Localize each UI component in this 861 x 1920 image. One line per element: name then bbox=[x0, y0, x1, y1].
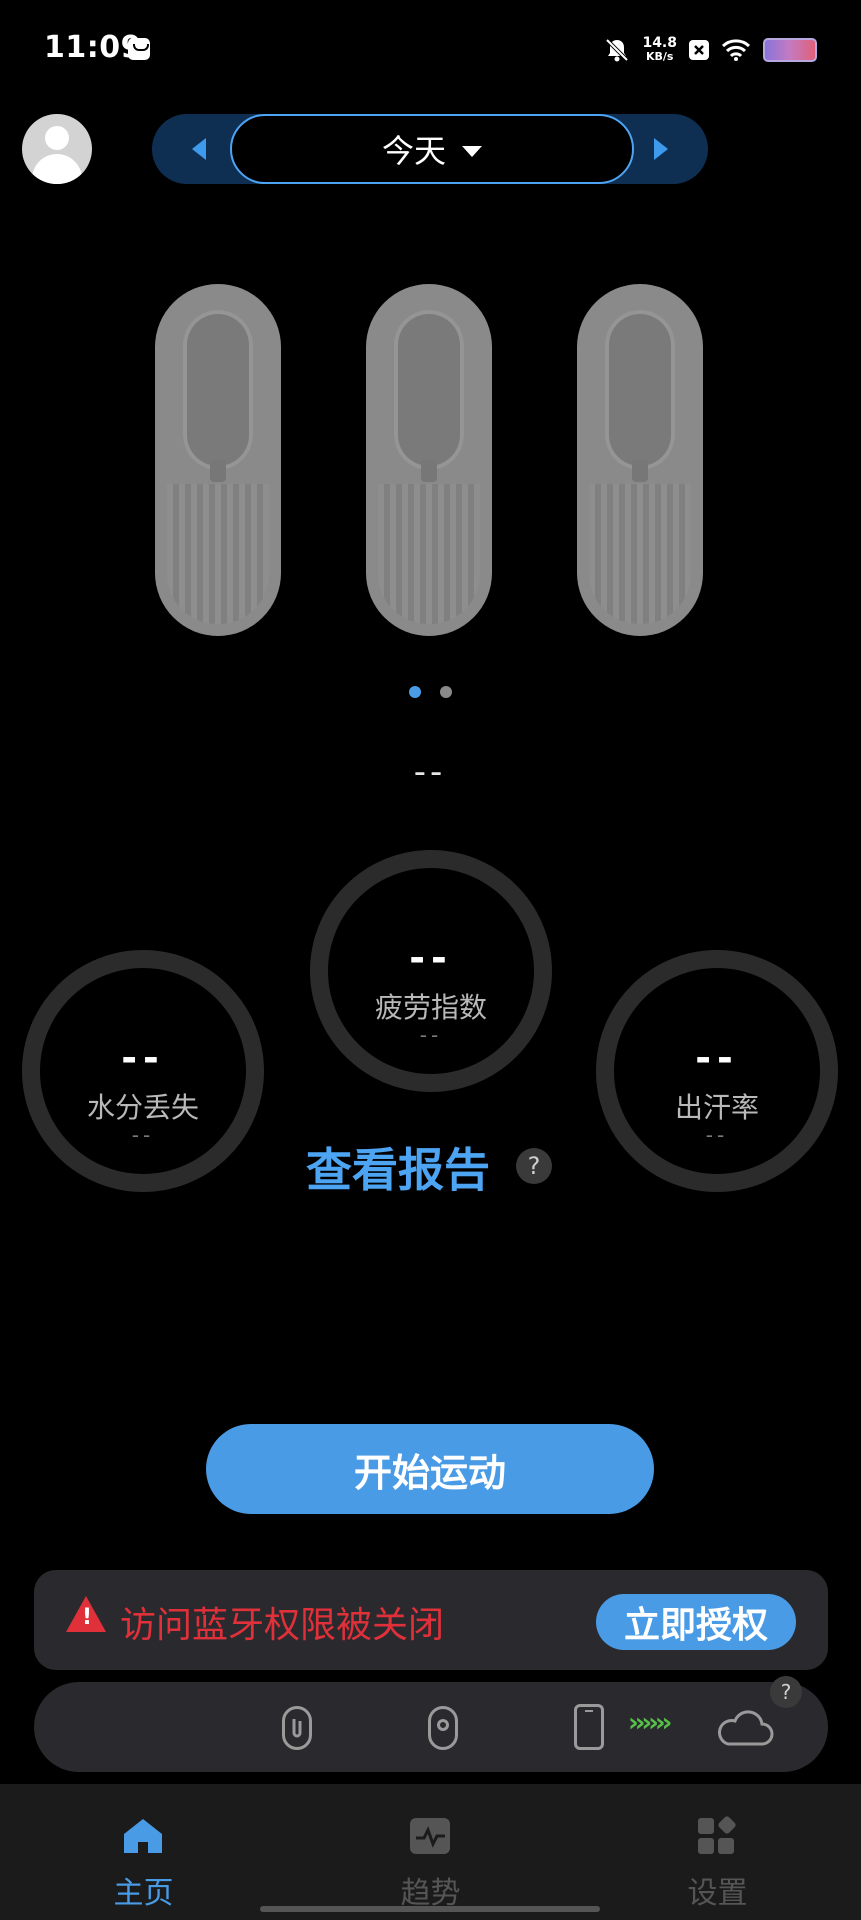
warning-icon: ! bbox=[66, 1596, 106, 1632]
next-day-arrow-icon[interactable] bbox=[654, 138, 668, 160]
nav-settings-label: 设置 bbox=[687, 1876, 748, 1911]
carousel-dot[interactable] bbox=[440, 686, 452, 698]
water-loss-value: -- bbox=[121, 1036, 165, 1080]
sweat-rate-label: 出汗率 bbox=[674, 1091, 759, 1124]
cloud-icon[interactable] bbox=[714, 1706, 774, 1750]
sweat-rate-value: -- bbox=[695, 1036, 739, 1080]
bottom-navigation: 主页 趋势 设置 bbox=[0, 1784, 861, 1920]
water-loss-label: 水分丢失 bbox=[86, 1091, 199, 1124]
connection-help-icon[interactable]: ? bbox=[770, 1676, 802, 1708]
battery-icon bbox=[763, 38, 817, 62]
trend-chart-icon bbox=[410, 1818, 450, 1854]
network-speed: 14.8 KB/s bbox=[642, 35, 677, 63]
view-report-link[interactable]: 查看报告 bbox=[306, 1134, 490, 1200]
sensor-device-icon[interactable] bbox=[428, 1706, 458, 1750]
previous-day-arrow-icon[interactable] bbox=[192, 138, 206, 160]
date-navigator: 今天 bbox=[152, 114, 708, 184]
device-image-1 bbox=[155, 284, 281, 636]
summary-value: -- bbox=[413, 752, 447, 792]
nav-home-label: 主页 bbox=[113, 1876, 174, 1911]
carousel-dot-active[interactable] bbox=[409, 686, 421, 698]
close-box-icon bbox=[689, 40, 709, 60]
sweat-rate-metric: -- 出汗率 -- bbox=[596, 950, 838, 1192]
sweat-rate-sub: -- bbox=[705, 1123, 729, 1147]
clip-device-icon[interactable] bbox=[282, 1706, 312, 1750]
status-icons: 14.8 KB/s bbox=[604, 28, 817, 72]
system-home-indicator[interactable] bbox=[260, 1906, 600, 1912]
fatigue-metric: -- 疲劳指数 -- bbox=[310, 850, 552, 1092]
date-selector[interactable]: 今天 bbox=[230, 114, 634, 184]
device-image-2 bbox=[366, 284, 492, 636]
avatar[interactable] bbox=[22, 114, 92, 184]
report-help-icon[interactable]: ? bbox=[516, 1148, 552, 1184]
water-loss-sub: -- bbox=[131, 1123, 155, 1147]
nav-settings[interactable]: 设置 bbox=[574, 1784, 861, 1920]
water-loss-metric: -- 水分丢失 -- bbox=[22, 950, 264, 1192]
home-icon bbox=[124, 1819, 162, 1853]
wifi-icon bbox=[721, 39, 751, 61]
settings-grid-icon bbox=[698, 1816, 736, 1854]
connection-status-bar: ›››››› ? bbox=[34, 1676, 828, 1772]
fatigue-value: -- bbox=[409, 936, 453, 980]
phone-icon[interactable] bbox=[574, 1704, 604, 1750]
fatigue-sub: -- bbox=[419, 1023, 443, 1047]
device-image-3 bbox=[577, 284, 703, 636]
date-label: 今天 bbox=[381, 132, 446, 170]
bluetooth-warning-banner: ! 访问蓝牙权限被关闭 立即授权 bbox=[34, 1570, 828, 1670]
nav-trends[interactable]: 趋势 bbox=[287, 1784, 574, 1920]
start-exercise-button[interactable]: 开始运动 bbox=[206, 1424, 654, 1514]
authorize-button[interactable]: 立即授权 bbox=[596, 1594, 796, 1650]
bluetooth-warning-text: 访问蓝牙权限被关闭 bbox=[120, 1605, 445, 1646]
chevron-down-icon bbox=[462, 145, 482, 157]
sync-progress-chevrons: ›››››› bbox=[628, 1708, 672, 1738]
bell-muted-icon bbox=[606, 38, 629, 62]
message-notification-icon bbox=[128, 38, 150, 60]
nav-home[interactable]: 主页 bbox=[0, 1784, 287, 1920]
fatigue-label: 疲劳指数 bbox=[374, 991, 487, 1024]
